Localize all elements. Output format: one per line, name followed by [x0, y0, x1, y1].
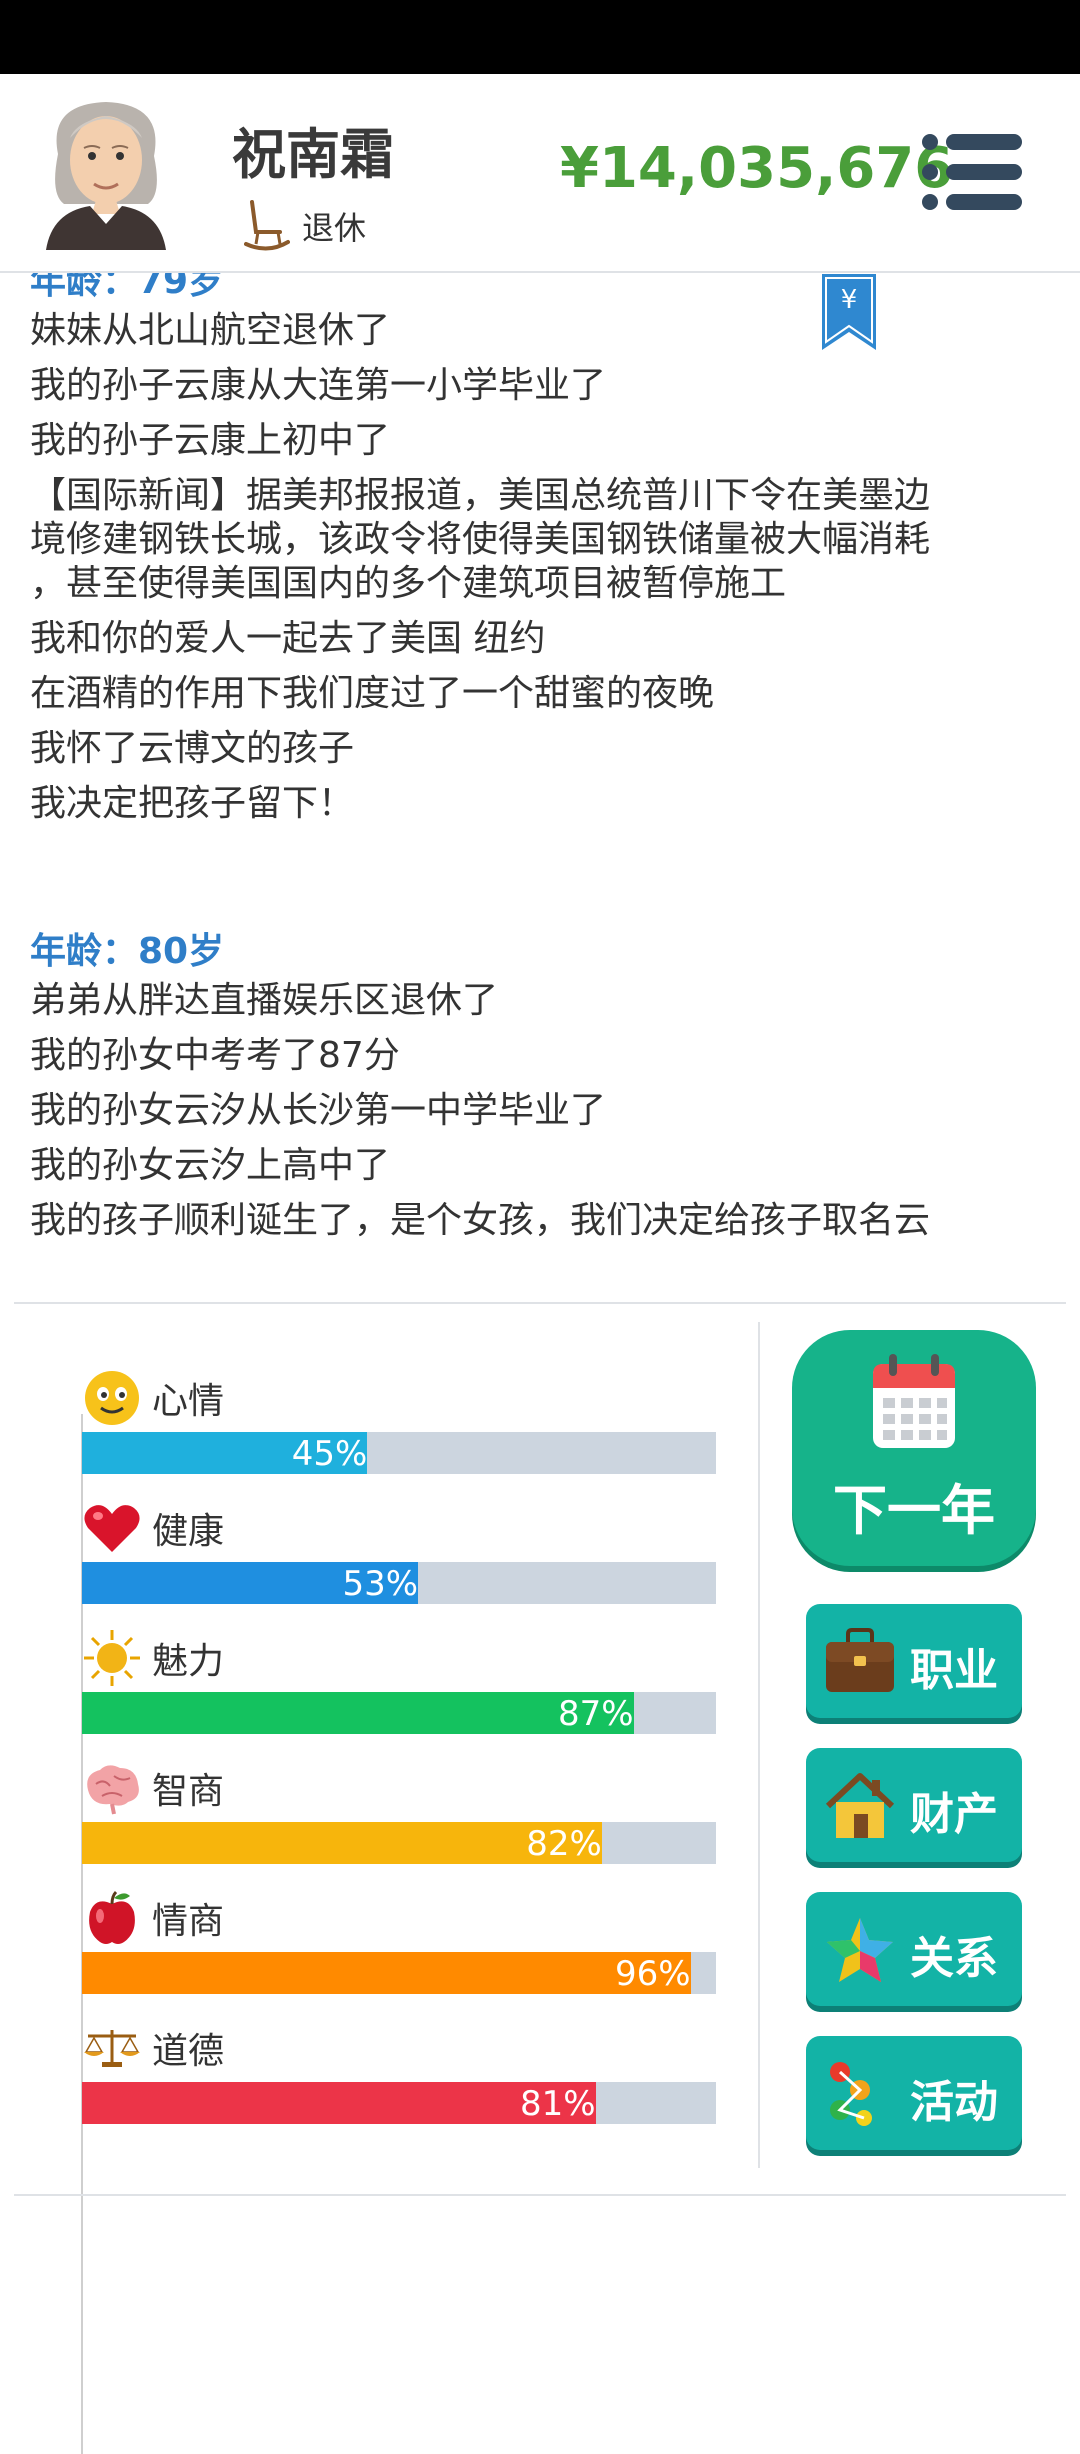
stat-bar-fill: 96% [82, 1952, 691, 1994]
log-line: 在酒精的作用下我们度过了一个甜蜜的夜晚 [30, 673, 715, 714]
stat-bar-fill: 45% [82, 1432, 368, 1474]
menu-icon[interactable] [920, 130, 1024, 214]
stat-bar-fill: 87% [82, 1692, 634, 1734]
life-status: 退休 [244, 198, 366, 254]
log-line: 我的孩子顺利诞生了，是个女孩，我们决定给孩子取名云 [30, 1200, 931, 1241]
property-button[interactable]: 财产 [806, 1748, 1022, 1862]
career-label: 职业 [910, 1645, 998, 1696]
profile-header: 祝南霜 退休 ¥14,035,676 [0, 74, 1080, 272]
log-line: 我决定把孩子留下！ [30, 783, 355, 824]
career-button[interactable]: 职业 [806, 1604, 1022, 1718]
heart-icon [84, 1505, 140, 1552]
log-line: ，甚至使得美国国内的多个建筑项目被暂停施工 [30, 563, 787, 604]
property-label: 财产 [910, 1789, 998, 1840]
calendar-icon [873, 1354, 955, 1448]
stat-bar: 96% [82, 1952, 716, 1994]
stat-percent: 53% [342, 1564, 419, 1604]
relations-label: 关系 [910, 1933, 998, 1984]
stat-bar: 81% [82, 2082, 716, 2124]
bottom-divider [14, 2194, 1066, 2196]
stat-morality: 道德 81% [82, 2018, 716, 2124]
log-year-80: 年龄：80岁 弟弟从胖达直播娱乐区退休了 我的孙女中考考了87分 我的孙女云汐从… [30, 925, 1040, 1243]
next-year-button[interactable]: 下一年 [792, 1330, 1036, 1566]
apple-icon [89, 1890, 135, 1944]
brain-icon [87, 1765, 139, 1815]
log-line: 我的孙子云康从大连第一小学毕业了 [30, 365, 607, 406]
stat-percent: 81% [519, 2084, 596, 2124]
stat-iq: 智商 82% [82, 1758, 716, 1864]
stat-bar-fill: 81% [82, 2082, 596, 2124]
activities-button[interactable]: 活动 [806, 2036, 1022, 2150]
stat-bar: 53% [82, 1562, 716, 1604]
log-line: 弟弟从胖达直播娱乐区退休了 [30, 980, 499, 1021]
next-year-label: 下一年 [833, 1479, 995, 1542]
stat-bar-fill: 82% [82, 1822, 602, 1864]
stat-bar: 45% [82, 1432, 716, 1474]
log-line: 【国际新闻】据美邦报报道，美国总统普川下令在美墨边 [30, 475, 931, 516]
log-line: 我的孙女中考考了87分 [30, 1035, 400, 1076]
stat-label: 智商 [152, 1771, 225, 1812]
log-line: 我的孙女云汐从长沙第一中学毕业了 [30, 1090, 607, 1131]
status-bar [0, 0, 1080, 74]
stat-label: 魅力 [152, 1641, 225, 1682]
log-line: 我和你的爱人一起去了美国 纽约 [30, 618, 546, 659]
log-line: 我的孙女云汐上高中了 [30, 1145, 391, 1186]
event-log[interactable]: 年龄：79岁 妹妹从北山航空退休了 我的孙子云康从大连第一小学毕业了 我的孙子云… [0, 273, 1080, 1303]
stat-health: 健康 53% [82, 1498, 716, 1604]
age-heading: 年龄：79岁 [30, 273, 225, 302]
character-name: 祝南霜 [232, 123, 394, 186]
log-line: 我的孙子云康上初中了 [30, 420, 391, 461]
log-line: 我怀了云博文的孩子 [30, 728, 355, 769]
avatar[interactable] [40, 94, 172, 250]
stat-label: 道德 [152, 2031, 225, 2072]
star-icon [827, 1918, 893, 1982]
stat-bar-fill: 53% [82, 1562, 419, 1604]
stat-bar: 87% [82, 1692, 716, 1734]
panel-divider [758, 1322, 760, 2168]
relations-button[interactable]: 关系 [806, 1892, 1022, 2006]
stat-percent: 82% [526, 1824, 602, 1864]
activities-label: 活动 [910, 2077, 998, 2128]
bookmark-symbol: ¥ [841, 285, 858, 315]
log-line: 妹妹从北山航空退休了 [30, 310, 391, 351]
stat-charm: 魅力 87% [82, 1628, 716, 1734]
attribute-stats: 心情 45% 健康 53% 魅力 87% 智商 82% 情商 96% 道德 81… [0, 1304, 760, 2454]
age-heading: 年龄：80岁 [30, 931, 225, 972]
activities-icon [830, 2062, 872, 2126]
sun-icon [84, 1630, 140, 1686]
briefcase-icon [826, 1628, 894, 1692]
rocking-chair-icon [244, 200, 290, 251]
smiley-icon [85, 1371, 139, 1425]
stat-label: 情商 [152, 1901, 225, 1942]
status-label: 退休 [302, 209, 367, 247]
log-year-79: 年龄：79岁 妹妹从北山航空退休了 我的孙子云康从大连第一小学毕业了 我的孙子云… [30, 273, 1040, 826]
stat-label: 健康 [152, 1511, 225, 1552]
stat-percent: 96% [615, 1954, 691, 1994]
stat-label: 心情 [152, 1381, 225, 1422]
stat-mood: 心情 45% [82, 1368, 716, 1474]
house-icon [825, 1773, 895, 1838]
stat-bar: 82% [82, 1822, 716, 1864]
stat-percent: 45% [291, 1434, 368, 1474]
scales-icon [84, 2030, 140, 2067]
money-balance: ¥14,035,676 [560, 136, 954, 201]
log-line: 境修建钢铁长城，该政令将使得美国钢铁储量被大幅消耗 [30, 519, 931, 560]
stat-eq: 情商 96% [82, 1888, 716, 1994]
bookmark-icon[interactable]: ¥ [820, 274, 878, 352]
stat-percent: 87% [558, 1694, 634, 1734]
